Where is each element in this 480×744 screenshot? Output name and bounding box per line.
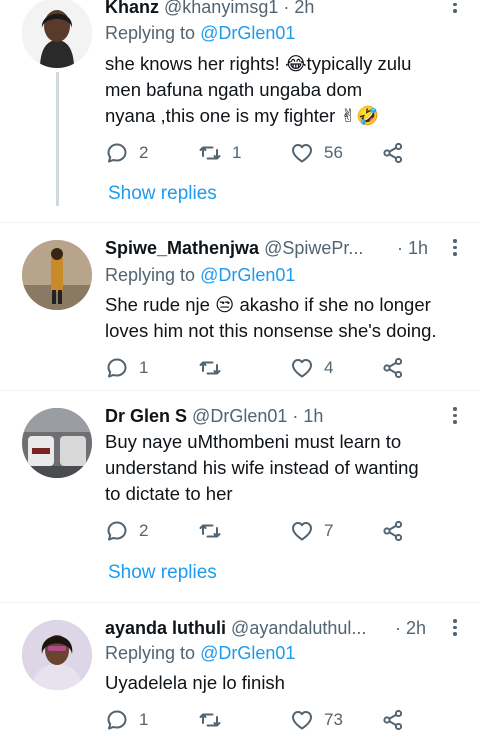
tweet-text-line: understand his wife instead of wanting bbox=[105, 457, 419, 478]
retweet-button[interactable] bbox=[198, 518, 222, 544]
retweet-icon bbox=[199, 361, 221, 375]
display-name[interactable]: Spiwe_Mathenjwa bbox=[105, 238, 259, 258]
user-handle[interactable]: @SpiwePr... bbox=[264, 238, 363, 258]
reply-button[interactable]: 1 bbox=[105, 355, 148, 381]
avatar[interactable] bbox=[22, 0, 92, 68]
reply-button[interactable]: 2 bbox=[105, 140, 148, 166]
tweet-header: Khanz @khanyimsg1 · 2h bbox=[105, 0, 440, 19]
replying-label: Replying to bbox=[105, 265, 196, 285]
share-button[interactable] bbox=[381, 707, 405, 733]
retweet-icon bbox=[199, 524, 221, 538]
tweet-ayanda[interactable]: ayanda luthuli @ayandaluthul... · 2h Rep… bbox=[0, 603, 480, 744]
retweet-button[interactable]: 1 bbox=[198, 140, 241, 166]
timestamp[interactable]: · 2h bbox=[283, 0, 314, 17]
replying-label: Replying to bbox=[105, 643, 196, 663]
user-handle[interactable]: @ayandaluthul... bbox=[231, 618, 366, 638]
display-name[interactable]: ayanda luthuli bbox=[105, 618, 226, 638]
heart-icon bbox=[292, 359, 312, 378]
retweet-button[interactable] bbox=[198, 707, 222, 733]
more-options-icon[interactable] bbox=[452, 407, 458, 427]
tweet-spiwe[interactable]: Spiwe_Mathenjwa @SpiwePr... · 1h Replyin… bbox=[0, 223, 480, 390]
tweet-khanz[interactable]: Khanz @khanyimsg1 · 2h Replying to @DrGl… bbox=[0, 0, 480, 222]
tweet-header: Dr Glen S @DrGlen01 · 1h bbox=[105, 404, 440, 428]
like-count: 7 bbox=[324, 521, 334, 540]
reply-icon bbox=[107, 358, 127, 378]
timestamp[interactable]: · 2h bbox=[395, 616, 426, 640]
replying-label: Replying to bbox=[105, 23, 196, 43]
share-button[interactable] bbox=[381, 355, 405, 381]
more-options-icon[interactable] bbox=[452, 619, 458, 639]
share-icon bbox=[383, 142, 403, 164]
tweet-text: Buy naye uMthombeni must learn to unders… bbox=[105, 429, 460, 507]
tweet-header: Spiwe_Mathenjwa @SpiwePr... bbox=[105, 236, 440, 260]
heart-icon bbox=[292, 144, 312, 163]
avatar[interactable] bbox=[22, 620, 92, 690]
user-handle[interactable]: @khanyimsg1 bbox=[164, 0, 278, 17]
share-button[interactable] bbox=[381, 140, 405, 166]
reply-count: 1 bbox=[139, 358, 149, 377]
mention-link[interactable]: @DrGlen01 bbox=[200, 643, 295, 663]
replying-to: Replying to @DrGlen01 bbox=[105, 263, 295, 287]
like-button[interactable]: 7 bbox=[290, 518, 333, 544]
action-bar: 1 4 bbox=[105, 355, 425, 381]
timestamp[interactable]: · 1h bbox=[292, 406, 323, 426]
retweet-icon bbox=[199, 713, 221, 727]
display-name[interactable]: Dr Glen S bbox=[105, 406, 187, 426]
share-icon bbox=[383, 709, 403, 731]
show-replies-link[interactable]: Show replies bbox=[108, 182, 217, 206]
reply-count: 2 bbox=[139, 143, 149, 162]
avatar[interactable] bbox=[22, 240, 92, 310]
like-count: 4 bbox=[324, 358, 334, 377]
tweet-text: she knows her rights! 😂typically zulu me… bbox=[105, 51, 460, 129]
replying-to: Replying to @DrGlen01 bbox=[105, 641, 295, 665]
replying-to: Replying to @DrGlen01 bbox=[105, 21, 295, 45]
tweet-text: Uyadelela nje lo finish bbox=[105, 670, 460, 696]
heart-icon bbox=[292, 711, 312, 730]
more-options-icon[interactable] bbox=[452, 239, 458, 259]
reply-count: 2 bbox=[139, 521, 149, 540]
retweet-count: 1 bbox=[232, 143, 242, 162]
avatar[interactable] bbox=[22, 408, 92, 478]
like-count: 56 bbox=[324, 143, 343, 162]
retweet-button[interactable] bbox=[198, 355, 222, 381]
tweet-text: She rude nje 😒 akasho if she no longer l… bbox=[105, 292, 460, 344]
retweet-icon bbox=[199, 146, 221, 160]
tweet-text-line: nyana ,this one is my fighter ✌🤣 bbox=[105, 105, 380, 126]
tweet-text-line: Buy naye uMthombeni must learn to bbox=[105, 431, 402, 452]
reply-count: 1 bbox=[139, 710, 149, 729]
tweet-text-line: she knows her rights! 😂typically zulu bbox=[105, 53, 412, 74]
reply-icon bbox=[107, 710, 127, 730]
tweet-text-line: loves him not this nonsense she's doing. bbox=[105, 320, 437, 341]
more-options-icon[interactable] bbox=[452, 0, 458, 16]
thread-line bbox=[56, 72, 59, 206]
action-bar: 1 73 bbox=[105, 707, 425, 733]
reply-icon bbox=[107, 143, 127, 163]
display-name[interactable]: Khanz bbox=[105, 0, 159, 17]
mention-link[interactable]: @DrGlen01 bbox=[200, 23, 295, 43]
like-button[interactable]: 4 bbox=[290, 355, 333, 381]
action-bar: 2 7 bbox=[105, 518, 425, 544]
tweet-text-line: Uyadelela nje lo finish bbox=[105, 672, 285, 693]
mention-link[interactable]: @DrGlen01 bbox=[200, 265, 295, 285]
show-replies-link[interactable]: Show replies bbox=[108, 561, 217, 585]
like-button[interactable]: 73 bbox=[290, 707, 343, 733]
tweet-text-line: to dictate to her bbox=[105, 483, 233, 504]
reply-button[interactable]: 2 bbox=[105, 518, 148, 544]
reply-icon bbox=[107, 521, 127, 541]
heart-icon bbox=[292, 522, 312, 541]
action-bar: 2 1 56 bbox=[105, 140, 425, 166]
tweet-text-line: She rude nje 😒 akasho if she no longer bbox=[105, 294, 431, 315]
timestamp[interactable]: · 1h bbox=[397, 236, 428, 260]
user-handle[interactable]: @DrGlen01 bbox=[192, 406, 287, 426]
share-button[interactable] bbox=[381, 518, 405, 544]
share-icon bbox=[383, 520, 403, 542]
share-icon bbox=[383, 357, 403, 379]
reply-button[interactable]: 1 bbox=[105, 707, 148, 733]
tweet-drglen[interactable]: Dr Glen S @DrGlen01 · 1h Buy naye uMthom… bbox=[0, 391, 480, 602]
tweet-text-line: men bafuna ngath ungaba dom bbox=[105, 79, 363, 100]
like-count: 73 bbox=[324, 710, 343, 729]
like-button[interactable]: 56 bbox=[290, 140, 343, 166]
tweet-header: ayanda luthuli @ayandaluthul... bbox=[105, 616, 440, 640]
